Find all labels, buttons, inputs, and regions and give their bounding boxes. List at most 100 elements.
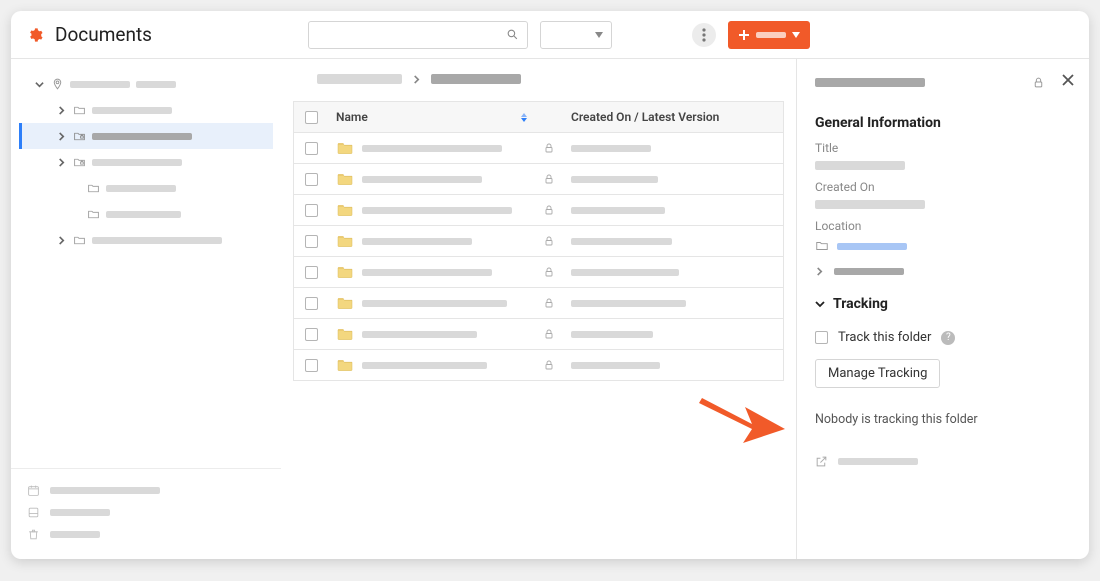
table-row[interactable] [294, 288, 783, 319]
tree-item[interactable] [19, 201, 273, 227]
folder-icon [815, 239, 829, 253]
row-name [362, 238, 472, 245]
breadcrumb [281, 59, 796, 95]
table-row[interactable] [294, 226, 783, 257]
chevron-right-icon [815, 267, 824, 276]
lock-icon [535, 359, 563, 371]
chevron-right-icon[interactable] [56, 157, 66, 167]
section-tracking[interactable]: Tracking [815, 296, 1071, 312]
row-checkbox[interactable] [305, 359, 318, 372]
select-all-checkbox[interactable] [305, 111, 318, 124]
footer-label [50, 509, 110, 516]
tree-label [106, 211, 181, 218]
table-row[interactable] [294, 133, 783, 164]
row-name [362, 362, 487, 369]
row-checkbox[interactable] [305, 328, 318, 341]
footer-item[interactable] [27, 479, 265, 501]
footer-item[interactable] [27, 501, 265, 523]
row-checkbox[interactable] [305, 297, 318, 310]
chevron-down-icon[interactable] [34, 79, 44, 89]
row-name [362, 300, 507, 307]
folder-icon [336, 172, 354, 186]
tree-label [136, 81, 176, 88]
folder-icon [86, 207, 100, 221]
tree [11, 71, 281, 468]
create-button[interactable] [728, 21, 810, 49]
lock-icon [535, 235, 563, 247]
sort-icon[interactable] [521, 113, 527, 122]
folder-icon [336, 358, 354, 372]
table-row[interactable] [294, 350, 783, 381]
tree-item[interactable] [19, 97, 273, 123]
row-name [362, 145, 502, 152]
col-name-label: Name [336, 110, 368, 124]
row-checkbox[interactable] [305, 204, 318, 217]
search-field[interactable] [317, 27, 500, 43]
app-window: Documents [11, 11, 1089, 559]
trash-icon [27, 528, 40, 541]
tracking-title: Tracking [833, 296, 888, 312]
lock-icon [535, 328, 563, 340]
tree-item[interactable] [19, 175, 273, 201]
details-title [815, 78, 925, 87]
table-row[interactable] [294, 195, 783, 226]
row-date [571, 362, 660, 369]
tree-item[interactable] [19, 71, 273, 97]
close-icon [1061, 73, 1075, 87]
sidebar-footer [11, 468, 281, 551]
col-name[interactable]: Name [328, 110, 535, 124]
table-row[interactable] [294, 257, 783, 288]
manage-tracking-button[interactable]: Manage Tracking [815, 359, 940, 388]
col-created[interactable]: Created On / Latest Version [563, 110, 783, 124]
external-link-icon [815, 455, 828, 468]
table-row[interactable] [294, 164, 783, 195]
filter-dropdown[interactable] [540, 21, 612, 49]
close-button[interactable] [1061, 73, 1075, 87]
external-link-row[interactable] [815, 455, 1071, 468]
row-name [362, 331, 477, 338]
lock-icon [535, 204, 563, 216]
row-date [571, 176, 658, 183]
row-checkbox[interactable] [305, 142, 318, 155]
row-checkbox[interactable] [305, 266, 318, 279]
tracking-status: Nobody is tracking this folder [815, 412, 1071, 427]
folder-icon [336, 265, 354, 279]
tree-item-selected[interactable] [19, 123, 273, 149]
table-header: Name Created On / Latest Version [294, 102, 783, 133]
help-icon[interactable]: ? [941, 331, 955, 345]
track-checkbox[interactable] [815, 331, 828, 344]
tree-label [92, 133, 192, 140]
footer-label [50, 531, 100, 538]
footer-label [50, 487, 160, 494]
row-checkbox[interactable] [305, 173, 318, 186]
expand-row[interactable] [815, 267, 1071, 276]
dots-vertical-icon [702, 28, 706, 42]
track-checkbox-row[interactable]: Track this folder ? [815, 330, 1071, 345]
tree-label [70, 81, 130, 88]
folder-icon [72, 103, 86, 117]
more-button[interactable] [692, 23, 716, 47]
col-created-label: Created On / Latest Version [571, 110, 719, 124]
chevron-right-icon[interactable] [56, 235, 66, 245]
pin-icon [50, 77, 64, 91]
search-icon [506, 28, 519, 41]
tree-label [92, 159, 182, 166]
breadcrumb-item[interactable] [317, 74, 402, 84]
value-location[interactable] [815, 239, 1071, 253]
chevron-right-icon[interactable] [56, 105, 66, 115]
gear-icon [27, 27, 43, 43]
footer-item[interactable] [27, 523, 265, 545]
details-panel: General Information Title Created On Loc… [796, 59, 1089, 559]
search-input[interactable] [308, 21, 528, 49]
chevron-right-icon[interactable] [56, 131, 66, 141]
calendar-icon [27, 484, 40, 497]
lock-icon [535, 297, 563, 309]
table-row[interactable] [294, 319, 783, 350]
location-link[interactable] [837, 243, 907, 250]
tree-label [92, 237, 222, 244]
tree-item[interactable] [19, 227, 273, 253]
label-created: Created On [815, 180, 1071, 194]
expand-label [834, 268, 904, 275]
row-checkbox[interactable] [305, 235, 318, 248]
tree-item[interactable] [19, 149, 273, 175]
